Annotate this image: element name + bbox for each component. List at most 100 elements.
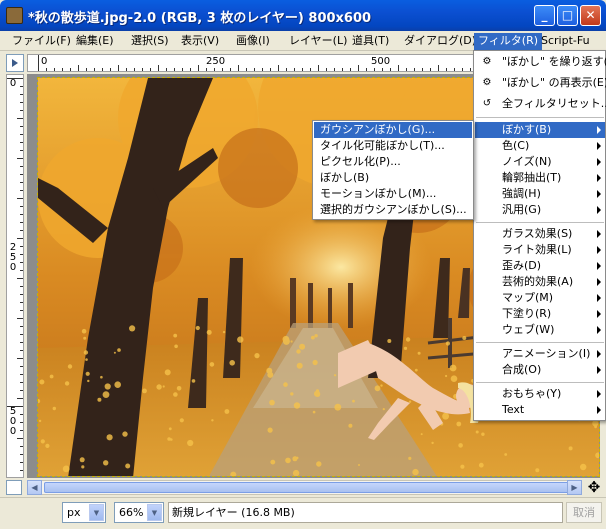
menu-item-glass[interactable]: ガラス効果(S) [475, 226, 605, 242]
menu-item-map[interactable]: マップ(M) [475, 290, 605, 306]
leaf-speckle [156, 384, 162, 390]
zoom-select[interactable]: 66% ▼ [114, 502, 164, 523]
vertical-ruler[interactable]: 0 250 500 [6, 74, 24, 478]
menu-item-text[interactable]: Text [475, 402, 605, 418]
ruler-tick [17, 118, 23, 119]
repeat-filter-item[interactable]: ⚙ "ぼかし" を繰り返す(F) [475, 54, 606, 70]
move-view-icon[interactable]: ✥ [585, 479, 603, 496]
reset-filters-item[interactable]: ↺ 全フィルタリセット... [475, 96, 606, 112]
menu-dialogs[interactable]: ダイアログ(D) [400, 33, 480, 50]
menu-item-combine[interactable]: 合成(O) [475, 362, 605, 378]
leaf-speckle [412, 468, 419, 476]
reshow-filter-label: "ぼかし" の再表示(E) [502, 76, 606, 89]
menu-item-noise[interactable]: ノイズ(N) [475, 154, 605, 170]
menu-item-colors[interactable]: 色(C) [475, 138, 605, 154]
leaf-speckle [269, 399, 275, 406]
menu-edit[interactable]: 編集(E) [72, 33, 118, 50]
submenu-item-gaussian-blur[interactable]: ガウシアンぼかし(G)... [314, 122, 472, 138]
cancel-button[interactable]: 取消 [566, 502, 602, 523]
unit-select[interactable]: px ▼ [62, 502, 106, 523]
menu-item-artistic[interactable]: 芸術的効果(A) [475, 274, 605, 290]
ruler-tick [17, 398, 23, 399]
menu-item-render[interactable]: 下塗り(R) [475, 306, 605, 322]
leaf-speckle [478, 462, 484, 468]
scroll-right-arrow-icon[interactable]: ▶ [567, 480, 582, 495]
leaf-speckle [191, 379, 196, 383]
dropdown-arrow-icon[interactable]: ▼ [89, 504, 104, 521]
submenu-arrow-icon [597, 406, 601, 414]
menu-file[interactable]: ファイル(F) [8, 33, 75, 50]
leaf-speckle [254, 353, 260, 359]
submenu-arrow-icon [597, 366, 601, 374]
leaf-speckle [580, 463, 587, 471]
gimp-image-window: *秋の散歩道.jpg-2.0 (RGB, 3 枚のレイヤー) 800x600 _… [0, 0, 606, 529]
leaf-speckle [504, 453, 508, 456]
ruler-label: 500 [371, 56, 391, 67]
leaf-speckle [282, 335, 290, 343]
dropdown-arrow-icon[interactable]: ▼ [147, 504, 162, 521]
leaf-speckle [97, 397, 102, 402]
repeat-filter-label: "ぼかし" を繰り返す(F) [502, 55, 606, 68]
ruler-tick [390, 68, 391, 71]
menu-layer[interactable]: レイヤー(L) [285, 33, 351, 50]
submenu-item-blur[interactable]: ぼかし(B) [314, 170, 472, 186]
ruler-tick [398, 65, 399, 71]
gimp-app-icon[interactable] [6, 7, 23, 24]
submenu-item-tileable-blur[interactable]: タイル化可能ぼかし(T)... [314, 138, 472, 154]
menu-item-generic[interactable]: 汎用(G) [475, 202, 605, 218]
menu-item-edge-detect[interactable]: 輪郭抽出(T) [475, 170, 605, 186]
ruler-tick [20, 222, 23, 223]
menu-separator [476, 342, 604, 343]
menu-script-fu[interactable]: Script-Fu [537, 33, 594, 50]
submenu-arrow-icon [597, 262, 601, 270]
reshow-filter-item[interactable]: ⚙ "ぼかし" の再表示(E) [475, 75, 606, 91]
horizontal-scrollbar[interactable]: ◀ ▶ [27, 480, 582, 495]
leaf-speckle [267, 371, 274, 378]
leaf-speckle [290, 340, 293, 343]
menu-item-web[interactable]: ウェブ(W) [475, 322, 605, 338]
menu-item-animation[interactable]: アニメーション(I) [475, 346, 605, 362]
reset-filters-label: 全フィルタリセット... [502, 97, 606, 110]
scrollbar-thumb[interactable] [44, 482, 574, 493]
submenu-arrow-icon [597, 174, 601, 182]
leaf-speckle [174, 344, 178, 349]
ruler-tick [20, 470, 23, 471]
ruler-label: 0 [41, 56, 48, 67]
menu-item-enhance[interactable]: 強調(H) [475, 186, 605, 202]
menu-item-light[interactable]: ライト効果(L) [475, 242, 605, 258]
ruler-tick [326, 68, 327, 71]
close-button[interactable]: ✕ [580, 5, 601, 26]
leaf-speckle [79, 457, 85, 463]
navigate-button[interactable] [6, 480, 22, 495]
leaf-speckle [52, 406, 56, 411]
ruler-tick [158, 65, 159, 71]
leaf-speckle [85, 358, 88, 361]
scroll-left-arrow-icon[interactable]: ◀ [27, 480, 42, 495]
menu-select[interactable]: 選択(S) [127, 33, 173, 50]
title-bar[interactable]: *秋の散歩道.jpg-2.0 (RGB, 3 枚のレイヤー) 800x600 _… [0, 0, 606, 31]
menu-tools[interactable]: 道具(T) [348, 33, 393, 50]
leaf-speckle [445, 341, 450, 346]
submenu-item-selective-gaussian-blur[interactable]: 選択的ガウシアンぼかし(S)... [314, 202, 472, 218]
submenu-arrow-icon [597, 158, 601, 166]
ruler-tick [62, 68, 63, 71]
ruler-tick [20, 190, 23, 191]
menu-item-blur[interactable]: ぼかす(B) [475, 122, 605, 138]
ruler-tick [102, 68, 103, 71]
minimize-button[interactable]: _ [534, 5, 555, 26]
menu-item-toys[interactable]: おもちゃ(Y) [475, 386, 605, 402]
menu-view[interactable]: 表示(V) [177, 33, 223, 50]
menu-filters[interactable]: フィルタ(R) [474, 33, 543, 50]
quick-mask-corner-button[interactable] [6, 54, 24, 72]
ruler-tick [126, 68, 127, 71]
filters-menu: ⚙ "ぼかし" を繰り返す(F) ⚙ "ぼかし" の再表示(E) ↺ 全フィルタ… [473, 50, 606, 421]
menu-item-distort[interactable]: 歪み(D) [475, 258, 605, 274]
menu-image[interactable]: 画像(I) [232, 33, 274, 50]
leaf-speckle [315, 392, 321, 397]
maximize-button[interactable]: □ [557, 5, 578, 26]
ruler-tick [110, 68, 111, 71]
submenu-arrow-icon [597, 350, 601, 358]
submenu-item-motion-blur[interactable]: モーションぼかし(M)... [314, 186, 472, 202]
ruler-tick [382, 68, 383, 71]
submenu-item-pixelize[interactable]: ピクセル化(P)... [314, 154, 472, 170]
